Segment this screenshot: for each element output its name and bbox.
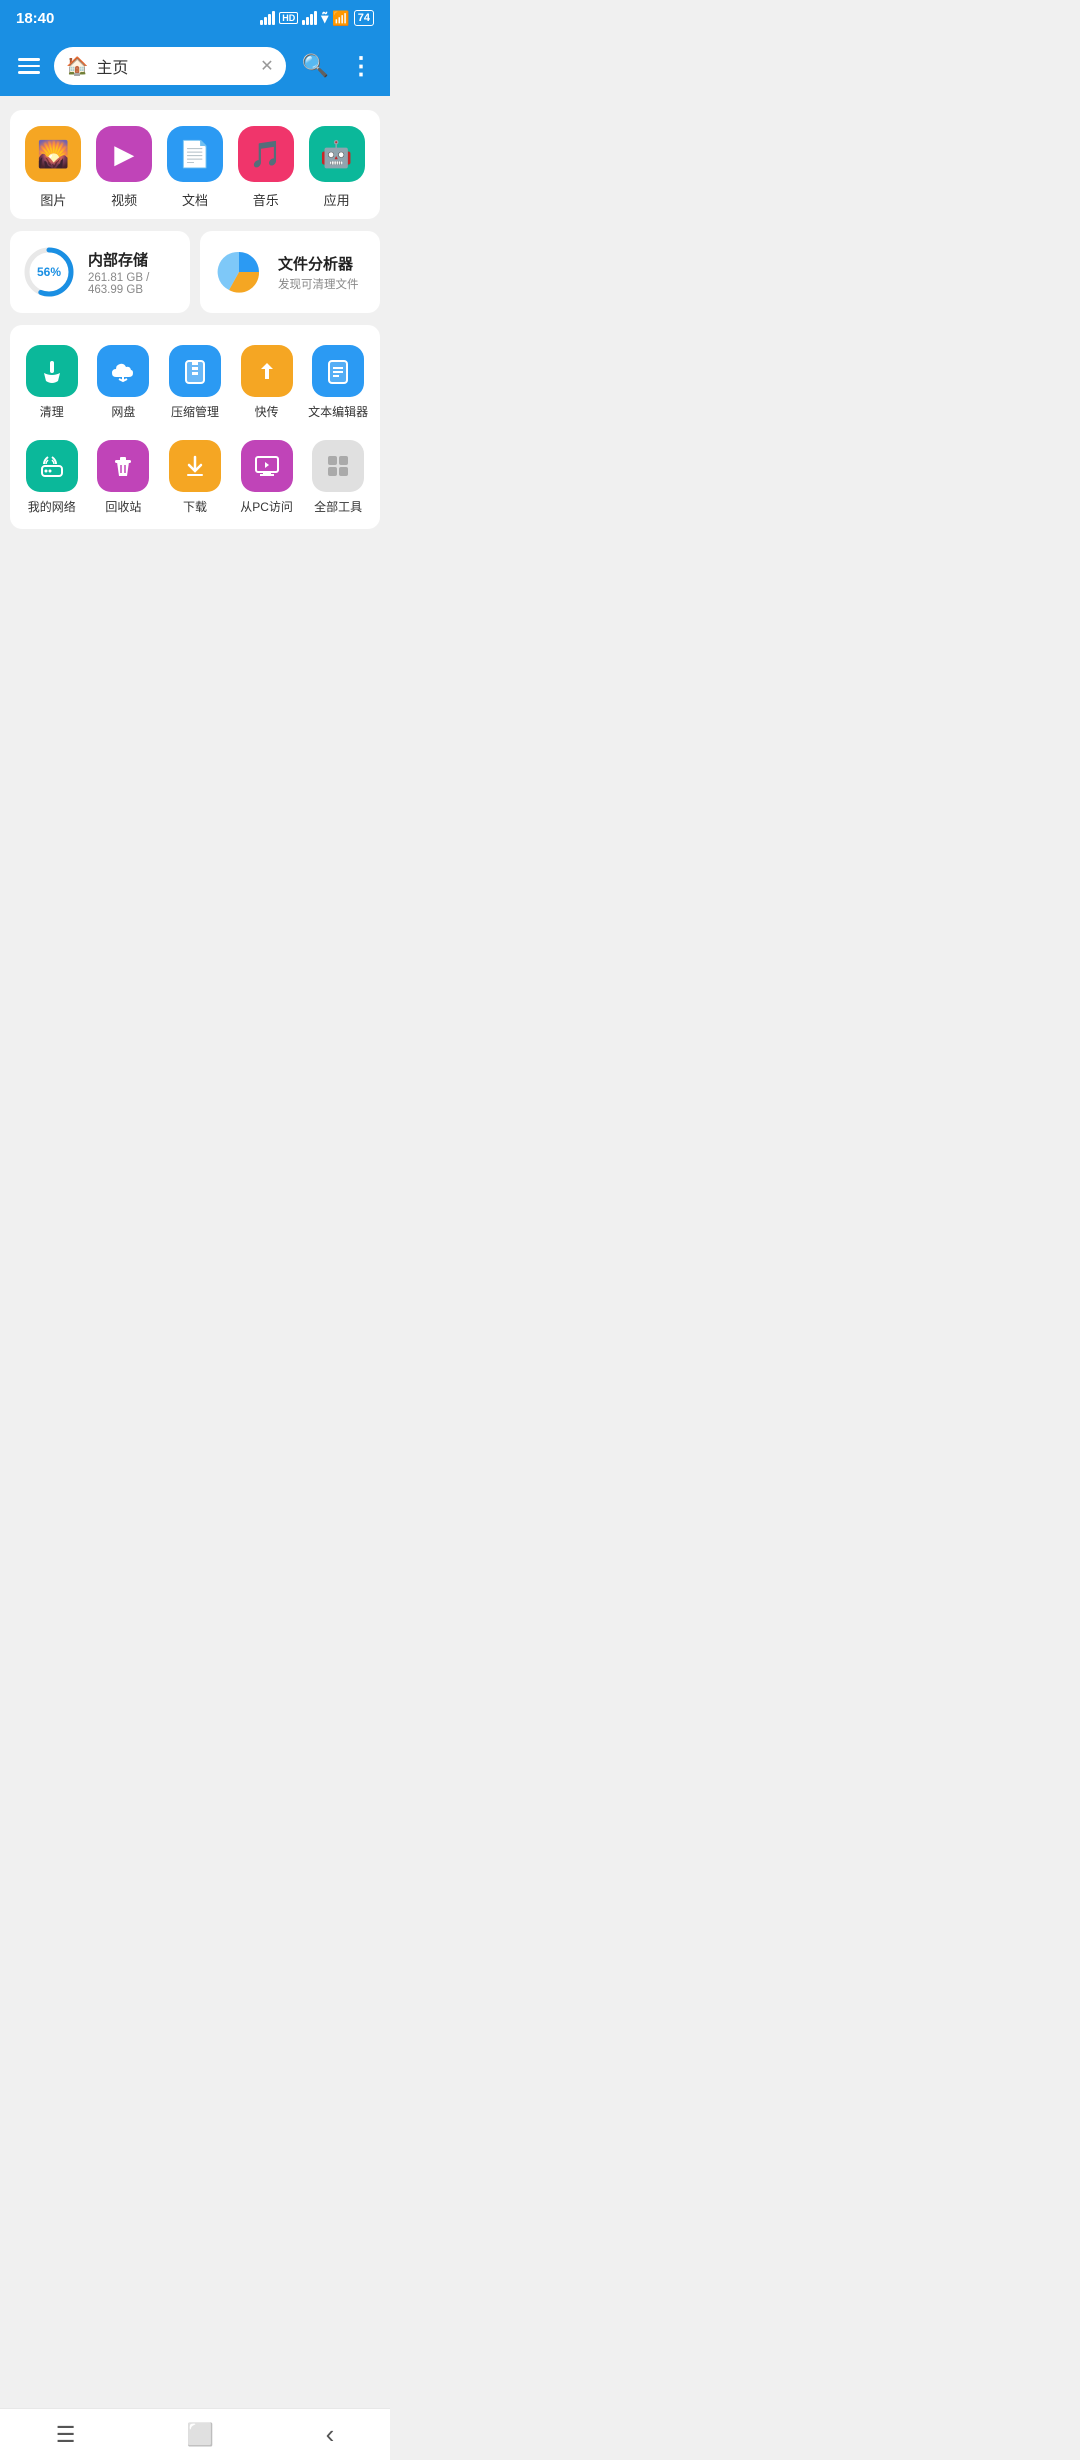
more-button[interactable]: ⋮ (345, 48, 376, 85)
tool-text-editor[interactable]: 文本编辑器 (304, 339, 372, 426)
video-icon: ▶ (96, 126, 152, 182)
analyzer-title: 文件分析器 (278, 253, 359, 274)
images-label: 图片 (40, 190, 66, 209)
hd-badge: HD (279, 12, 298, 24)
docs-icon: 📄 (167, 126, 223, 182)
images-icon: 🌄 (25, 126, 81, 182)
apps-label: 应用 (324, 190, 350, 209)
main-content: 🌄 图片 ▶ 视频 📄 文档 🎵 音乐 🤖 应用 (0, 96, 390, 543)
tool-zip[interactable]: 压缩管理 (161, 339, 229, 426)
menu-button[interactable] (14, 54, 44, 78)
network-label: 我的网络 (28, 498, 76, 515)
status-time: 18:40 (16, 10, 54, 27)
storage-row: 56% 内部存储 261.81 GB / 463.99 GB (10, 231, 380, 313)
storage-info: 内部存储 261.81 GB / 463.99 GB (88, 249, 178, 296)
analyzer-sub: 发现可清理文件 (278, 276, 359, 292)
file-type-music[interactable]: 🎵 音乐 (238, 126, 294, 209)
docs-label: 文档 (182, 190, 208, 209)
status-icons: HD ▾̃ 📶 74 (260, 10, 374, 27)
home-icon: 🏠 (66, 56, 88, 77)
network-icon (26, 440, 78, 492)
tool-download[interactable]: 下载 (161, 434, 229, 521)
battery-icon: 74 (354, 10, 374, 26)
clean-label: 清理 (40, 403, 64, 420)
signal-icon-2 (302, 11, 317, 25)
text-editor-icon (312, 345, 364, 397)
storage-title: 内部存储 (88, 249, 178, 270)
storage-percent: 56% (37, 265, 61, 279)
file-analyzer-card[interactable]: 文件分析器 发现可清理文件 (200, 231, 380, 313)
text-editor-label: 文本编辑器 (308, 403, 368, 420)
analyzer-info: 文件分析器 发现可清理文件 (278, 253, 359, 292)
zip-icon (169, 345, 221, 397)
file-type-docs[interactable]: 📄 文档 (167, 126, 223, 209)
status-bar: 18:40 HD ▾̃ 📶 74 (0, 0, 390, 36)
home-pill[interactable]: 🏠 主页 ✕ (54, 47, 286, 85)
tool-cloud[interactable]: 网盘 (90, 339, 158, 426)
music-label: 音乐 (253, 190, 279, 209)
clean-icon (26, 345, 78, 397)
zip-label: 压缩管理 (171, 403, 219, 420)
search-button[interactable]: 🔍 (296, 49, 335, 83)
transfer-label: 快传 (255, 403, 279, 420)
tools-grid: 清理 网盘 (18, 339, 372, 521)
nav-bar: ☰ ⬜ ‹ (0, 2408, 390, 2460)
download-icon (169, 440, 221, 492)
home-pill-label: 主页 (96, 54, 252, 78)
video-label: 视频 (111, 190, 137, 209)
nav-back-button[interactable]: ‹ (306, 2411, 355, 2458)
signal-icon (260, 11, 275, 25)
pc-access-label: 从PC访问 (240, 498, 293, 515)
recycle-label: 回收站 (105, 498, 141, 515)
top-bar: 🏠 主页 ✕ 🔍 ⋮ (0, 36, 390, 96)
tools-card: 清理 网盘 (10, 325, 380, 529)
nav-menu-button[interactable]: ☰ (36, 2414, 96, 2456)
all-tools-icon (312, 440, 364, 492)
all-tools-label: 全部工具 (314, 498, 362, 515)
pill-close-button[interactable]: ✕ (260, 56, 273, 76)
storage-circle: 56% (22, 245, 76, 299)
cloud-label: 网盘 (111, 403, 135, 420)
tool-transfer[interactable]: 快传 (233, 339, 301, 426)
file-type-video[interactable]: ▶ 视频 (96, 126, 152, 209)
transfer-icon (241, 345, 293, 397)
apps-icon: 🤖 (309, 126, 365, 182)
internal-storage-card[interactable]: 56% 内部存储 261.81 GB / 463.99 GB (10, 231, 190, 313)
file-types-card: 🌄 图片 ▶ 视频 📄 文档 🎵 音乐 🤖 应用 (10, 110, 380, 219)
file-type-apps[interactable]: 🤖 应用 (309, 126, 365, 209)
wifi-icon: ▾̃ (321, 10, 328, 27)
analyzer-icon (212, 245, 266, 299)
wifi-symbol: 📶 (332, 10, 349, 27)
storage-sub: 261.81 GB / 463.99 GB (88, 272, 178, 296)
cloud-icon (97, 345, 149, 397)
tool-recycle[interactable]: 回收站 (90, 434, 158, 521)
tool-pc-access[interactable]: 从PC访问 (233, 434, 301, 521)
tool-all-tools[interactable]: 全部工具 (304, 434, 372, 521)
file-type-images[interactable]: 🌄 图片 (25, 126, 81, 209)
nav-home-button[interactable]: ⬜ (167, 2414, 234, 2456)
tool-clean[interactable]: 清理 (18, 339, 86, 426)
download-label: 下载 (183, 498, 207, 515)
tool-network[interactable]: 我的网络 (18, 434, 86, 521)
recycle-icon (97, 440, 149, 492)
music-icon: 🎵 (238, 126, 294, 182)
pc-access-icon (241, 440, 293, 492)
